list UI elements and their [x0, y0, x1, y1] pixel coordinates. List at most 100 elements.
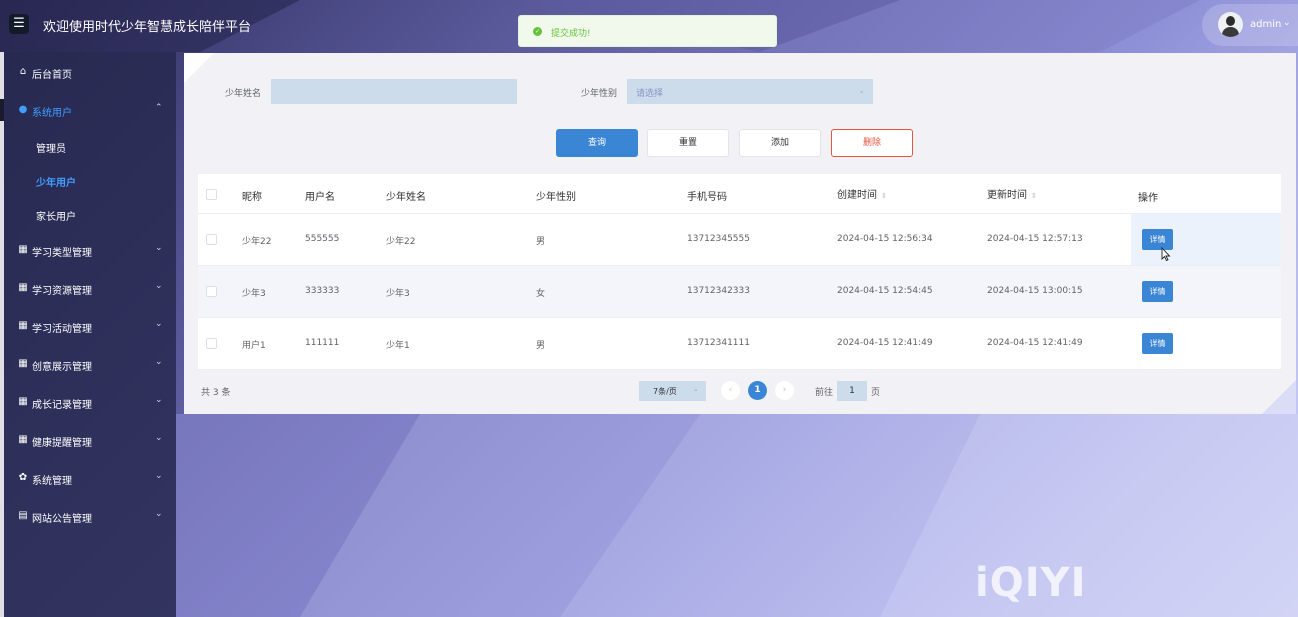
youth-gender-select[interactable]: 请选择 ⌄: [627, 79, 873, 104]
cell-nickname: 少年22: [242, 237, 272, 247]
table-row[interactable]: 少年22 555555 少年22 男 13712345555 2024-04-1…: [198, 214, 1281, 266]
sort-icon[interactable]: ⇕: [1031, 192, 1037, 200]
toast-message: 提交成功!: [551, 29, 591, 39]
cell-username: 111111: [305, 338, 340, 348]
sidebar-subitem-parent-users[interactable]: 家长用户: [4, 197, 176, 231]
sidebar-item-label: 后台首页: [32, 70, 72, 81]
cell-created: 2024-04-15 12:41:49: [837, 338, 933, 348]
query-button[interactable]: 查询: [556, 129, 638, 157]
user-name[interactable]: admin: [1250, 19, 1281, 30]
youth-name-input[interactable]: [271, 79, 517, 104]
cell-updated: 2024-04-15 13:00:15: [987, 286, 1083, 296]
cell-phone: 13712342333: [687, 286, 750, 296]
column-header: 少年性别: [536, 192, 576, 203]
corner-decoration: [184, 53, 214, 83]
column-header: 手机号码: [687, 192, 727, 203]
row-checkbox[interactable]: [206, 338, 217, 349]
sidebar-item-health-reminder[interactable]: ▦ 健康提醒管理 ⌄: [4, 421, 176, 459]
chevron-down-icon: ⌄: [155, 433, 163, 443]
chevron-down-icon[interactable]: ⌄: [1283, 18, 1291, 28]
sidebar-item-system-users[interactable]: ● 系统用户 ⌃: [4, 91, 176, 129]
top-bar: ☰ 欢迎使用时代少年智慧成长陪伴平台 ✓ 提交成功! admin ⌄: [0, 0, 1298, 52]
sidebar-item-label: 学习类型管理: [32, 248, 92, 259]
column-header: 用户名: [305, 192, 335, 203]
grid-icon: ▦: [18, 358, 28, 369]
cell-created: 2024-04-15 12:56:34: [837, 234, 933, 244]
cell-name: 少年1: [386, 341, 410, 351]
page-number-current[interactable]: 1: [748, 381, 767, 400]
updated-time-header[interactable]: 更新时间 ⇕: [987, 186, 1037, 201]
cell-created: 2024-04-15 12:54:45: [837, 286, 933, 296]
user-menu[interactable]: admin ⌄: [1202, 4, 1298, 46]
sidebar-item-label: 成长记录管理: [32, 400, 92, 411]
cell-gender: 男: [536, 237, 546, 247]
page-size-select[interactable]: 7条/页 ⌄: [639, 381, 706, 401]
chevron-down-icon: ⌄: [155, 281, 163, 291]
delete-button[interactable]: 删除: [831, 129, 913, 157]
detail-button[interactable]: 详情: [1142, 333, 1173, 354]
goto-page-input[interactable]: 1: [837, 381, 867, 401]
grid-icon: ▦: [18, 282, 28, 293]
column-header: 少年姓名: [386, 192, 426, 203]
grid-icon: ▦: [18, 320, 28, 331]
goto-label: 前往: [815, 388, 834, 398]
chevron-down-icon: ⌄: [155, 471, 163, 481]
avatar[interactable]: [1218, 12, 1243, 37]
cell-nickname: 少年3: [242, 289, 266, 299]
next-page-button[interactable]: ›: [775, 381, 794, 400]
sidebar-item-label: 学习资源管理: [32, 286, 92, 297]
reset-button[interactable]: 重置: [647, 129, 729, 157]
page-size-value: 7条/页: [653, 387, 677, 396]
sidebar-subitem-admin[interactable]: 管理员: [4, 129, 176, 163]
sidebar-item-home[interactable]: ⌂ 后台首页: [4, 53, 176, 91]
sidebar-item-label: 系统管理: [32, 476, 72, 487]
sidebar-item-label: 健康提醒管理: [32, 438, 92, 449]
cell-username: 333333: [305, 286, 340, 296]
sidebar-item-study-activity[interactable]: ▦ 学习活动管理 ⌄: [4, 307, 176, 345]
cell-nickname: 用户1: [242, 341, 266, 351]
sidebar-item-system-manage[interactable]: ✿ 系统管理 ⌄: [4, 459, 176, 497]
sidebar-item-study-resource[interactable]: ▦ 学习资源管理 ⌄: [4, 269, 176, 307]
youth-name-label: 少年姓名: [225, 89, 262, 99]
sidebar-subitem-youth-users[interactable]: 少年用户: [4, 163, 176, 197]
gear-icon: ✿: [18, 472, 28, 483]
cell-phone: 13712345555: [687, 234, 750, 244]
sidebar-item-label: 家长用户: [36, 212, 76, 223]
cell-gender: 男: [536, 341, 546, 351]
select-all-checkbox[interactable]: [206, 189, 217, 200]
row-checkbox[interactable]: [206, 286, 217, 297]
cell-updated: 2024-04-15 12:41:49: [987, 338, 1083, 348]
menu-toggle-icon[interactable]: ☰: [9, 14, 29, 34]
sidebar-item-label: 学习活动管理: [32, 324, 92, 335]
sidebar-item-creative-show[interactable]: ▦ 创意展示管理 ⌄: [4, 345, 176, 383]
sort-icon[interactable]: ⇕: [881, 192, 887, 200]
cell-gender: 女: [536, 289, 546, 299]
column-header: 昵称: [242, 192, 262, 203]
corner-decoration: [1262, 380, 1296, 414]
pagination-total: 共 3 条: [201, 388, 231, 398]
prev-page-button[interactable]: ‹: [721, 381, 740, 400]
column-header-label: 创建时间: [837, 190, 877, 201]
check-circle-icon: ✓: [533, 27, 542, 36]
sidebar-item-growth-record[interactable]: ▦ 成长记录管理 ⌄: [4, 383, 176, 421]
success-toast: ✓ 提交成功!: [518, 15, 777, 47]
detail-button[interactable]: 详情: [1142, 281, 1173, 302]
youth-gender-label: 少年性别: [581, 89, 618, 99]
app-title: 欢迎使用时代少年智慧成长陪伴平台: [43, 20, 252, 35]
cell-username: 555555: [305, 234, 340, 244]
table-row[interactable]: 用户1 111111 少年1 男 13712341111 2024-04-15 …: [198, 318, 1281, 370]
sidebar-item-announcements[interactable]: ▤ 网站公告管理 ⌄: [4, 497, 176, 535]
home-icon: ⌂: [19, 66, 27, 77]
sidebar-item-study-type[interactable]: ▦ 学习类型管理 ⌄: [4, 231, 176, 269]
row-checkbox[interactable]: [206, 234, 217, 245]
sidebar-item-label: 少年用户: [36, 178, 76, 189]
sidebar-item-label: 管理员: [36, 144, 66, 155]
created-time-header[interactable]: 创建时间 ⇕: [837, 186, 887, 201]
table-header: 昵称 用户名 少年姓名 少年性别 手机号码 创建时间 ⇕ 更新时间 ⇕ 操作: [198, 174, 1281, 214]
table-row[interactable]: 少年3 333333 少年3 女 13712342333 2024-04-15 …: [198, 266, 1281, 318]
add-button[interactable]: 添加: [739, 129, 821, 157]
page-unit-label: 页: [871, 388, 881, 398]
cell-phone: 13712341111: [687, 338, 750, 348]
chevron-down-icon: ⌄: [155, 509, 163, 519]
sidebar-item-label: 创意展示管理: [32, 362, 92, 373]
